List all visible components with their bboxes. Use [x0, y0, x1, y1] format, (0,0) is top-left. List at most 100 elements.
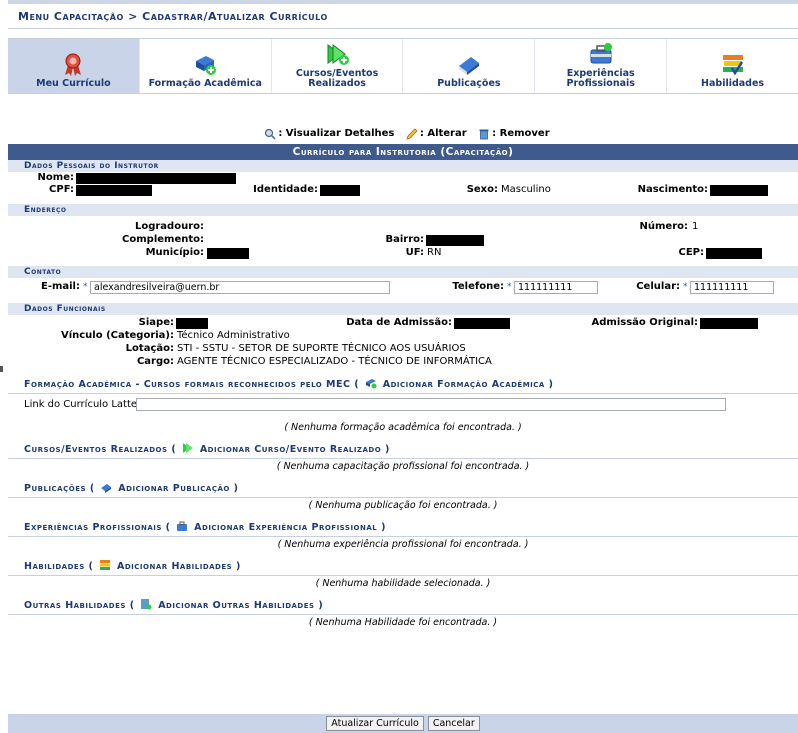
book-add-icon [196, 56, 217, 75]
green-arrow-add-icon [183, 443, 194, 453]
identity-label: Identidade: [253, 184, 318, 195]
section-skills: Habilidades ( Adicionar Habilidades ) [8, 559, 798, 576]
original-admission-label: Admissão Original: [591, 317, 699, 328]
tab-experiencias-profissionais[interactable]: Experiências Profissionais [535, 39, 668, 93]
section-close-paren: ) [548, 379, 554, 390]
tab-label: Formação Acadêmica [148, 78, 262, 89]
courses-empty-message: ( Nenhuma capacitação profissional foi e… [276, 461, 530, 472]
phone-input[interactable] [514, 281, 598, 294]
unit-value: STI - SSTU - SETOR DE SUPORTE TÉCNICO AO… [177, 343, 466, 354]
form-caption: Currículo para Instrutoria (Capacitação) [8, 144, 798, 160]
siape-redacted [176, 318, 208, 329]
sex-value: Masculino [501, 184, 551, 195]
form-footer: Atualizar Currículo Cancelar [8, 714, 798, 733]
academic-empty-message: ( Nenhuma formação acadêmica foi encontr… [284, 422, 522, 433]
add-skills-link[interactable]: Adicionar Habilidades [117, 561, 232, 572]
section-courses: Cursos/Eventos Realizados ( Adicionar Cu… [8, 442, 798, 459]
uf-label: UF: [405, 247, 424, 258]
tab-label: Habilidades [701, 78, 765, 89]
section-close-paren: ) [385, 444, 390, 455]
book-add-icon [365, 379, 377, 389]
section-other-skills: Outras Habilidades ( Adicionar Outras Ha… [8, 598, 798, 615]
legend-view: : Visualizar Detalhes [278, 128, 395, 139]
update-curriculum-button[interactable]: Atualizar Currículo [326, 716, 424, 731]
email-input[interactable] [90, 281, 390, 294]
tab-cursos-eventos[interactable]: Cursos/Eventos Realizados [272, 39, 404, 93]
add-other-skills-link[interactable]: Adicionar Outras Habilidades [158, 600, 314, 611]
list-add-icon [141, 599, 152, 610]
section-skills-title: Habilidades ( [24, 561, 94, 572]
icon-legend: : Visualizar Detalhes : Alterar : Remove… [8, 126, 798, 142]
district-label: Bairro: [385, 234, 424, 245]
section-close-paren: ) [236, 561, 241, 572]
tab-publicacoes[interactable]: Publicações [403, 39, 536, 93]
section-functional: Dados Funcionais [8, 303, 798, 315]
phone-label: Telefone: [452, 281, 504, 292]
admission-redacted [454, 318, 510, 329]
cpf-label: CPF: [49, 184, 74, 195]
add-experience-link[interactable]: Adicionar Experiência Profissional [194, 522, 377, 533]
role-value: AGENTE TÉCNICO ESPECIALIZADO - TÉCNICO D… [177, 356, 492, 367]
bond-label: Vínculo (Categoria): [60, 330, 174, 341]
tab-label: Meu Currículo [36, 78, 111, 89]
briefcase-icon [590, 43, 612, 64]
birth-redacted [710, 185, 768, 196]
district-redacted [426, 235, 484, 246]
add-academic-link[interactable]: Adicionar Formação Acadêmica [383, 379, 545, 390]
uf-value: RN [427, 247, 442, 258]
cancel-button[interactable]: Cancelar [427, 716, 480, 731]
section-experiences: Experiências Profissionais ( Adicionar E… [8, 520, 798, 537]
pencil-icon [406, 128, 418, 140]
experiences-empty-message: ( Nenhuma experiência profissional foi e… [277, 539, 529, 550]
number-label: Número: [639, 221, 689, 232]
tab-bar: Meu Currículo Formação Acadêmica Cursos/… [8, 38, 798, 94]
section-address: Endereço [8, 204, 798, 216]
publications-empty-message: ( Nenhuma publicação foi encontrada. ) [308, 500, 498, 511]
section-personal: Dados Pessoais do Instrutor [8, 160, 798, 172]
tab-label: Cursos/Eventos Realizados [295, 68, 379, 89]
cell-label: Celular: [636, 281, 680, 292]
cep-redacted [706, 248, 762, 259]
section-experiences-title: Experiências Profissionais ( [24, 522, 171, 533]
briefcase-icon [177, 521, 188, 531]
cep-label: CEP: [678, 247, 705, 258]
identity-redacted [320, 185, 360, 196]
birth-label: Nascimento: [637, 184, 708, 195]
city-redacted [207, 248, 249, 259]
books-check-icon [722, 55, 743, 76]
section-close-paren: ) [381, 522, 386, 533]
section-other-skills-title: Outras Habilidades ( [24, 600, 135, 611]
city-label: Município: [145, 247, 204, 258]
other-skills-empty-message: ( Nenhuma Habilidade foi encontrada. ) [308, 617, 498, 628]
cpf-redacted [76, 185, 152, 196]
required-mark: * [683, 282, 688, 292]
sex-label: Sexo: [466, 184, 498, 195]
tab-habilidades[interactable]: Habilidades [667, 39, 798, 93]
email-label: E-mail: [40, 281, 80, 292]
required-mark: * [83, 282, 88, 292]
skills-empty-message: ( Nenhuma habilidade selecionada. ) [315, 578, 491, 589]
required-mark: * [507, 282, 512, 292]
blue-book-icon [458, 57, 479, 75]
bond-value: Técnico Administrativo [177, 330, 290, 341]
name-redacted [76, 173, 236, 184]
lattes-input[interactable] [136, 398, 726, 411]
tab-label: Experiências Profissionais [566, 68, 635, 89]
section-publications: Publicações ( Adicionar Publicação ) [8, 481, 798, 498]
breadcrumb: Menu Capacitação > Cadastrar/Atualizar C… [8, 6, 798, 29]
cell-input[interactable] [690, 281, 774, 294]
section-contact: Contato [8, 266, 798, 278]
add-publication-link[interactable]: Adicionar Publicação [118, 483, 230, 494]
add-course-link[interactable]: Adicionar Curso/Evento Realizado [200, 444, 381, 455]
complement-label: Complemento: [122, 234, 204, 245]
tab-meu-curriculo[interactable]: Meu Currículo [8, 39, 140, 93]
number-value: 1 [692, 221, 699, 232]
section-close-paren: ) [318, 600, 324, 611]
tab-formacao-academica[interactable]: Formação Acadêmica [140, 39, 272, 93]
section-courses-title: Cursos/Eventos Realizados ( [24, 444, 177, 455]
role-label: Cargo: [136, 356, 174, 367]
ribbon-medal-icon [65, 53, 82, 76]
legend-edit: : Alterar [419, 128, 467, 139]
magnifier-icon [265, 128, 276, 140]
green-arrow-add-icon [327, 44, 350, 65]
